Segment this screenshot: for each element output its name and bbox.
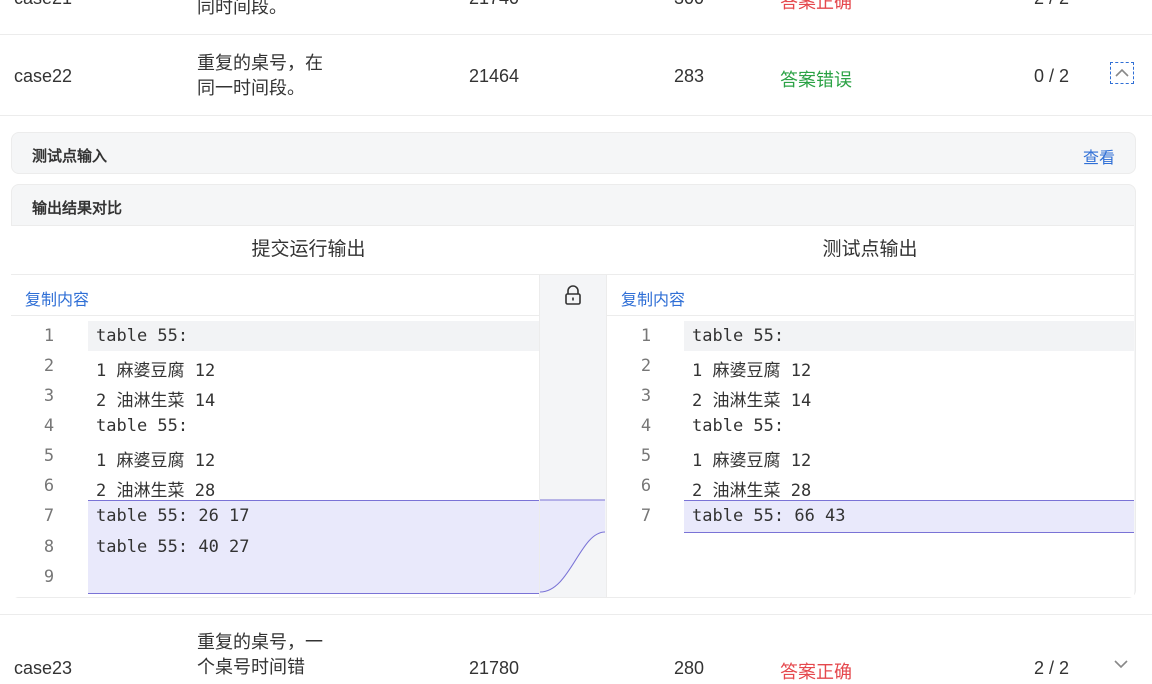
divider xyxy=(0,115,1152,116)
code-line: 2 油淋生菜 28 xyxy=(96,481,216,501)
line-number: 7 xyxy=(43,506,55,526)
status-badge: 答案正确 xyxy=(780,0,852,12)
status-badge: 答案错误 xyxy=(780,70,852,90)
time-value: 21740 xyxy=(469,0,519,9)
case-description-line1: 重复的桌号，一 xyxy=(197,632,323,652)
line-number: 3 xyxy=(43,386,55,406)
line-number: 4 xyxy=(640,416,652,436)
case-name: case23 xyxy=(14,658,73,678)
code-line: table 55: xyxy=(692,416,795,436)
line-number: 1 xyxy=(43,326,55,346)
code-line: 1 麻婆豆腐 12 xyxy=(96,451,216,471)
line-number: 2 xyxy=(640,356,652,376)
memory-value: 300 xyxy=(674,0,704,9)
code-line: table 55: xyxy=(692,326,795,346)
score-value: 2 / 2 xyxy=(1034,0,1069,9)
score-value: 0 / 2 xyxy=(1034,66,1070,86)
line-number: 4 xyxy=(43,416,55,436)
code-line: 1 麻婆豆腐 12 xyxy=(692,361,812,381)
code-line: table 55: xyxy=(96,416,199,436)
case-description-line1: 重复的桌号，在 xyxy=(197,53,323,73)
collapse-button[interactable] xyxy=(1110,62,1134,84)
code-line: 1 麻婆豆腐 12 xyxy=(96,361,216,381)
memory-value: 283 xyxy=(674,66,705,86)
code-line: table 55: xyxy=(96,326,199,346)
line-number: 9 xyxy=(43,567,55,587)
panel-title: 输出结果对比 xyxy=(32,200,123,217)
left-pane-title: 提交运行输出 xyxy=(11,226,606,275)
case-description-line2: 个桌号时间错 xyxy=(197,657,305,677)
code-line: 2 油淋生菜 28 xyxy=(692,481,812,501)
code-line: 2 油淋生菜 14 xyxy=(96,391,216,411)
memory-value: 280 xyxy=(674,658,705,678)
diff-connector xyxy=(540,499,605,593)
code-line: 1 麻婆豆腐 12 xyxy=(692,451,812,471)
view-input-link[interactable]: 查看 xyxy=(1083,144,1115,168)
lock-scroll-toggle[interactable] xyxy=(562,284,584,306)
line-number: 8 xyxy=(43,537,55,557)
line-number: 5 xyxy=(640,446,652,466)
line-number: 3 xyxy=(640,386,652,406)
line-number: 6 xyxy=(640,476,652,496)
line-number: 7 xyxy=(640,506,652,526)
score-value: 2 / 2 xyxy=(1034,658,1070,678)
code-line: 2 油淋生菜 14 xyxy=(692,391,812,411)
code-line: table 55: 40 27 xyxy=(96,537,250,557)
case-description-line2: 同一时间段。 xyxy=(197,78,305,98)
lock-icon xyxy=(565,285,581,305)
copy-right-button[interactable]: 复制内容 xyxy=(621,286,685,310)
case-name: case22 xyxy=(14,66,73,86)
panel-title: 测试点输入 xyxy=(32,148,108,165)
time-value: 21464 xyxy=(469,66,520,86)
divider xyxy=(0,614,1152,615)
line-number: 1 xyxy=(640,326,652,346)
case-description: 同时间段。 xyxy=(197,0,287,17)
case-name: case21 xyxy=(14,0,72,9)
line-number: 5 xyxy=(43,446,55,466)
code-line: table 55: 26 17 xyxy=(96,506,250,526)
status-badge: 答案正确 xyxy=(780,662,852,682)
diff-viewer: 提交运行输出 测试点输出 复制内容 复制内容 1 table 55: 2 1 麻婆豆… xyxy=(11,225,1134,597)
test-input-panel: 测试点输入 查看 xyxy=(11,132,1136,174)
chevron-up-icon xyxy=(1115,68,1129,77)
line-number: 2 xyxy=(43,356,55,376)
right-pane-title: 测试点输出 xyxy=(606,226,1134,275)
time-value: 21780 xyxy=(469,658,520,678)
code-line: table 55: 66 43 xyxy=(692,506,846,526)
line-number: 6 xyxy=(43,476,55,496)
divider xyxy=(0,34,1152,35)
expand-button[interactable] xyxy=(1110,654,1132,674)
copy-left-button[interactable]: 复制内容 xyxy=(25,286,89,310)
chevron-down-icon xyxy=(1114,660,1128,669)
